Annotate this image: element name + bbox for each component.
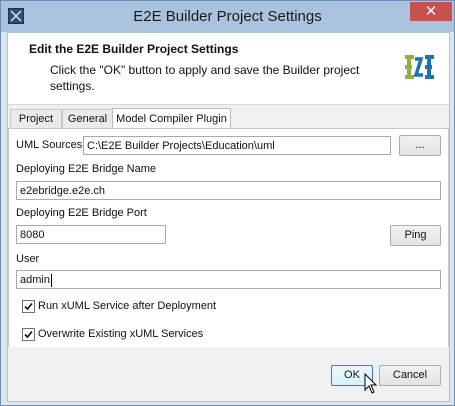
- banner-title: Edit the E2E Builder Project Settings: [29, 42, 239, 56]
- dialog-body: Edit the E2E Builder Project Settings Cl…: [7, 32, 450, 402]
- bridge-port-input[interactable]: 8080: [16, 225, 166, 244]
- uml-sources-input[interactable]: C:\E2E Builder Projects\Education\uml: [83, 136, 391, 155]
- bridge-name-input[interactable]: e2ebridge.e2e.ch: [16, 181, 441, 200]
- run-service-checkbox[interactable]: [22, 300, 35, 313]
- text-caret: [50, 273, 52, 287]
- cancel-button[interactable]: Cancel: [379, 365, 441, 386]
- overwrite-label[interactable]: Overwrite Existing xUML Services: [38, 328, 203, 340]
- ping-button[interactable]: Ping: [390, 225, 441, 246]
- bridge-name-label: Deploying E2E Bridge Name: [16, 163, 157, 175]
- tab-panel: UML Sources C:\E2E Builder Projects\Educ…: [8, 128, 449, 349]
- banner-description: Click the "OK" button to apply and save …: [50, 63, 360, 93]
- e2e-logo-icon: [405, 55, 434, 79]
- window-title: E2E Builder Project Settings: [133, 8, 322, 25]
- uml-sources-label: UML Sources: [16, 139, 83, 151]
- checkmark-icon: [24, 330, 33, 339]
- user-input[interactable]: admin: [16, 270, 441, 289]
- title-bar[interactable]: E2E Builder Project Settings ✕: [1, 1, 454, 32]
- run-service-label[interactable]: Run xUML Service after Deployment: [38, 300, 216, 312]
- button-bar: OK Cancel: [8, 347, 449, 401]
- header-banner: Edit the E2E Builder Project Settings Cl…: [8, 33, 449, 105]
- close-icon: ✕: [424, 3, 438, 20]
- settings-window: E2E Builder Project Settings ✕ Edit the …: [0, 0, 455, 406]
- tab-strip: Project General Model Compiler Plugin: [8, 108, 449, 129]
- user-input-value: admin: [20, 274, 50, 286]
- mouse-pointer-icon: [364, 373, 378, 394]
- close-button[interactable]: ✕: [410, 2, 452, 21]
- checkmark-icon: [24, 302, 33, 311]
- user-label: User: [16, 253, 40, 265]
- tab-project[interactable]: Project: [10, 109, 62, 128]
- overwrite-checkbox[interactable]: [22, 328, 35, 341]
- tab-general[interactable]: General: [62, 109, 113, 128]
- bridge-port-label: Deploying E2E Bridge Port: [16, 207, 147, 219]
- tab-model-compiler-plugin[interactable]: Model Compiler Plugin: [112, 108, 231, 129]
- browse-button[interactable]: ...: [399, 135, 441, 156]
